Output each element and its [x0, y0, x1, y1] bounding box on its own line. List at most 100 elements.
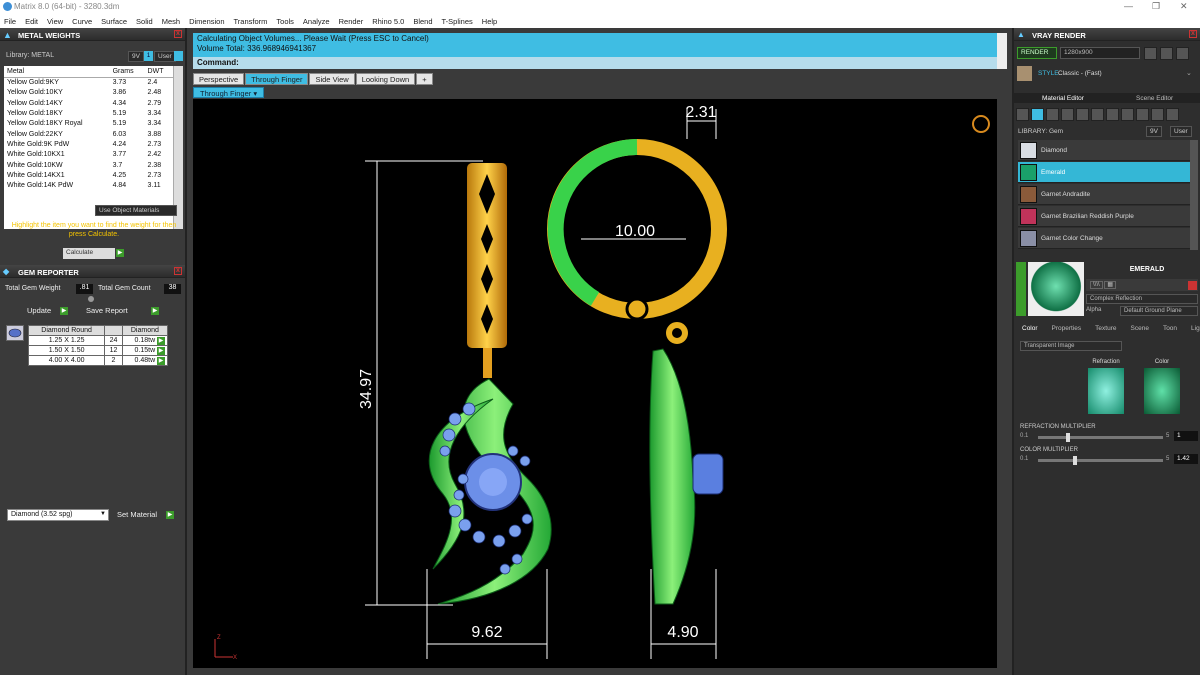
maximize-icon[interactable]: ❐: [1152, 1, 1160, 12]
gem-splitter-handle[interactable]: [88, 296, 94, 302]
subtab-light[interactable]: Light: [1187, 323, 1200, 333]
tab-through-finger[interactable]: Through Finger: [245, 73, 309, 85]
tab-scene-editor[interactable]: Scene Editor: [1132, 93, 1177, 104]
refraction-value[interactable]: 1: [1174, 431, 1198, 441]
gem-row-arrow-icon[interactable]: ▶: [157, 337, 165, 345]
menu-surface[interactable]: Surface: [101, 17, 127, 26]
metal-lib-9v-checkbox[interactable]: 1: [144, 51, 153, 61]
table-row[interactable]: White Gold:9K PdW 4.24 2.73: [4, 139, 173, 149]
table-row[interactable]: Yellow Gold:9KY 3.73 2.4: [4, 78, 173, 88]
color-slider[interactable]: [1038, 456, 1163, 465]
table-row[interactable]: Yellow Gold:22KY 6.03 3.88: [4, 129, 173, 139]
render-prev-icon[interactable]: [1144, 47, 1157, 60]
menu-tools[interactable]: Tools: [276, 17, 294, 26]
resolution-select[interactable]: 1280x900: [1060, 47, 1140, 59]
menu-curve[interactable]: Curve: [72, 17, 92, 26]
calculate-button[interactable]: Calculate: [63, 248, 115, 259]
menu-transform[interactable]: Transform: [234, 17, 268, 26]
metal-lib-user-button[interactable]: User: [154, 51, 176, 62]
table-row[interactable]: 1.50 X 1.50 12 0.15tw: [27, 345, 169, 356]
gem-row-arrow-icon[interactable]: ▶: [157, 357, 165, 365]
color-multiplier-value[interactable]: 1.42: [1174, 454, 1198, 464]
menu-dimension[interactable]: Dimension: [189, 17, 224, 26]
render-button[interactable]: RENDER: [1017, 47, 1057, 59]
viewport[interactable]: 2.31 10.00 34.97 9.62 4.90 Z X: [193, 99, 997, 668]
menu-edit[interactable]: Edit: [25, 17, 38, 26]
material-tool-icon[interactable]: [1061, 108, 1074, 121]
refraction-swatch[interactable]: [1088, 368, 1124, 414]
library-item[interactable]: Garnet Brazilian Reddish Purple: [1018, 206, 1190, 227]
material-tool-icon[interactable]: [1151, 108, 1164, 121]
material-tool-icon[interactable]: [1121, 108, 1134, 121]
material-tool-icon[interactable]: [1046, 108, 1059, 121]
table-row[interactable]: White Gold:10KW 3.7 2.38: [4, 160, 173, 170]
material-tool-icon[interactable]: [1016, 108, 1029, 121]
subtab-toon[interactable]: Toon: [1159, 323, 1181, 333]
table-row[interactable]: White Gold:10KX1 3.77 2.42: [4, 150, 173, 160]
refraction-slider[interactable]: [1038, 433, 1163, 442]
tab-material-editor[interactable]: Material Editor: [1038, 93, 1088, 104]
col-dwt[interactable]: DWT: [144, 66, 173, 78]
tab-perspective[interactable]: Perspective: [193, 73, 245, 85]
metal-panel-close-icon[interactable]: x: [174, 30, 182, 38]
metal-lib-9v-button[interactable]: 9V: [128, 51, 144, 62]
table-row[interactable]: Yellow Gold:18KY Royal 5.19 3.34: [4, 119, 173, 129]
style-value[interactable]: Classic - (Fast): [1058, 70, 1102, 77]
menu-view[interactable]: View: [47, 17, 63, 26]
use-object-materials-checkbox[interactable]: Use Object Materials: [95, 205, 177, 216]
library-item[interactable]: Diamond: [1018, 140, 1190, 161]
table-row[interactable]: 1.25 X 1.25 24 0.18tw: [27, 335, 169, 346]
reflection-select[interactable]: Complex Reflection: [1086, 294, 1198, 304]
close-icon[interactable]: ✕: [1180, 1, 1188, 12]
library-item[interactable]: Emerald: [1018, 162, 1190, 183]
chevron-down-icon[interactable]: ⌄: [1186, 69, 1192, 77]
gem-panel-close-icon[interactable]: x: [174, 267, 182, 275]
material-reset-icon[interactable]: [1188, 281, 1197, 290]
material-tool-icon[interactable]: [1166, 108, 1179, 121]
table-row[interactable]: 4.00 X 4.00 2 0.48tw: [27, 355, 169, 366]
tab-looking-down[interactable]: Looking Down: [355, 73, 416, 85]
table-row[interactable]: White Gold:14K PdW 4.84 3.11: [4, 180, 173, 190]
menu-render[interactable]: Render: [339, 17, 364, 26]
table-row[interactable]: Yellow Gold:18KY 5.19 3.34: [4, 108, 173, 118]
color-swatch[interactable]: [1144, 368, 1180, 414]
table-row[interactable]: White Gold:14KX1 4.25 2.73: [4, 170, 173, 180]
material-tool-icon[interactable]: [1106, 108, 1119, 121]
material-tool-icon[interactable]: [1076, 108, 1089, 121]
subtab-properties[interactable]: Properties: [1048, 323, 1086, 333]
gem-lib-9v-button[interactable]: 9V: [1146, 126, 1162, 137]
menu-blend[interactable]: Blend: [413, 17, 432, 26]
set-material-arrow-icon[interactable]: ▶: [166, 511, 174, 519]
gem-material-select[interactable]: Diamond (3.52 spg) ▼: [7, 509, 109, 521]
metal-lib-user-checkbox[interactable]: [174, 51, 183, 61]
subtab-color[interactable]: Color: [1018, 323, 1042, 333]
gem-row-arrow-icon[interactable]: ▶: [157, 347, 165, 355]
transparent-image-select[interactable]: Transparent Image: [1020, 341, 1122, 351]
update-arrow-icon[interactable]: ▶: [60, 307, 68, 315]
table-row[interactable]: Yellow Gold:14KY 4.34 2.79: [4, 98, 173, 108]
preview-toggle[interactable]: [1016, 262, 1026, 316]
menu-rhino[interactable]: Rhino 5.0: [372, 17, 404, 26]
update-button[interactable]: Update: [27, 306, 51, 315]
menu-tsplines[interactable]: T-Splines: [442, 17, 473, 26]
tab-side-view[interactable]: Side View: [309, 73, 355, 85]
library-item[interactable]: Garnet Color Change: [1018, 228, 1190, 249]
material-tool-icon[interactable]: [1091, 108, 1104, 121]
material-tool-icon[interactable]: [1136, 108, 1149, 121]
col-grams[interactable]: Grams: [109, 66, 145, 78]
table-row[interactable]: Yellow Gold:10KY 3.86 2.48: [4, 88, 173, 98]
set-material-button[interactable]: Set Material: [117, 510, 157, 519]
library-item[interactable]: Garnet Andradite: [1018, 184, 1190, 205]
save-report-arrow-icon[interactable]: ▶: [151, 307, 159, 315]
vray-panel-close-icon[interactable]: x: [1189, 30, 1197, 38]
menu-help[interactable]: Help: [482, 17, 497, 26]
save-report-button[interactable]: Save Report: [86, 306, 128, 315]
menu-analyze[interactable]: Analyze: [303, 17, 330, 26]
col-metal[interactable]: Metal: [4, 66, 110, 78]
library-scrollbar[interactable]: [1190, 140, 1198, 250]
gem-lib-user-button[interactable]: User: [1170, 126, 1192, 137]
subtab-scene[interactable]: Scene: [1127, 323, 1153, 333]
ground-plane-select[interactable]: Default Ground Plane: [1120, 306, 1198, 316]
render-next-icon[interactable]: [1160, 47, 1173, 60]
menu-mesh[interactable]: Mesh: [162, 17, 180, 26]
